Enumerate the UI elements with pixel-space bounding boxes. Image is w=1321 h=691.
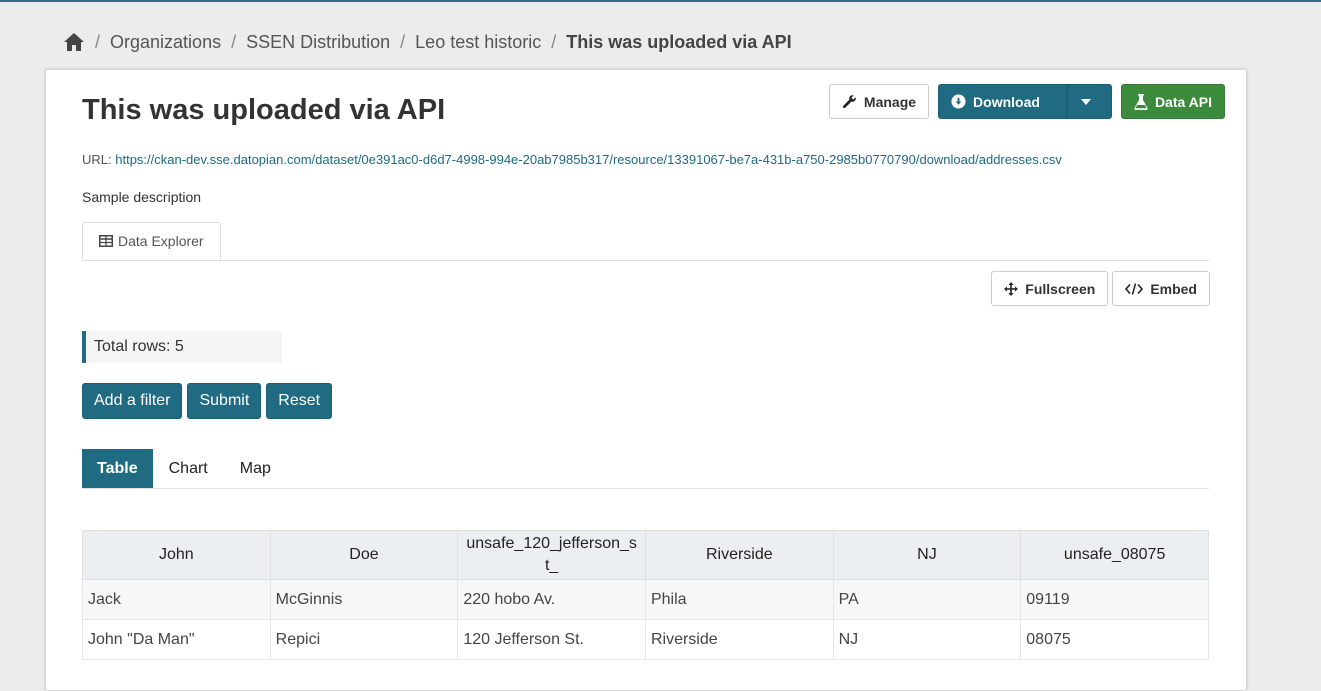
url-label: URL: bbox=[82, 152, 112, 167]
column-header[interactable]: Riverside bbox=[644, 530, 834, 580]
column-header[interactable]: unsafe_120_jefferson_st_ bbox=[457, 530, 646, 580]
table-cell: Phila bbox=[644, 579, 834, 620]
embed-label: Embed bbox=[1150, 280, 1197, 297]
breadcrumb-separator: / bbox=[95, 31, 101, 52]
add-filter-button[interactable]: Add a filter bbox=[82, 383, 183, 419]
column-header[interactable]: unsafe_08075 bbox=[1020, 530, 1209, 580]
table-cell: 09119 bbox=[1020, 579, 1209, 620]
resource-url-line: URL: https://ckan-dev.sse.datopian.com/d… bbox=[82, 152, 1062, 167]
table-cell: NJ bbox=[832, 619, 1022, 660]
download-label: Download bbox=[973, 93, 1040, 110]
wrench-icon bbox=[842, 95, 856, 109]
table-cell: McGinnis bbox=[269, 579, 459, 620]
tab-chart[interactable]: Chart bbox=[153, 449, 224, 488]
table-cell: PA bbox=[832, 579, 1022, 620]
resource-actions: Manage Download Data API bbox=[828, 84, 1225, 119]
table-cell: 120 Jefferson St. bbox=[457, 619, 646, 660]
resource-url-link[interactable]: https://ckan-dev.sse.datopian.com/datase… bbox=[115, 152, 1062, 167]
embed-button[interactable]: Embed bbox=[1112, 271, 1210, 306]
breadcrumb-dataset[interactable]: Leo test historic bbox=[415, 32, 541, 53]
download-button[interactable]: Download bbox=[938, 84, 1067, 119]
submit-button[interactable]: Submit bbox=[187, 383, 262, 419]
column-header[interactable]: NJ bbox=[832, 530, 1022, 580]
download-circle-icon bbox=[951, 94, 966, 109]
manage-label: Manage bbox=[863, 93, 917, 110]
flask-icon bbox=[1134, 93, 1148, 110]
download-button-group: Download bbox=[938, 84, 1112, 119]
reset-button[interactable]: Reset bbox=[266, 383, 333, 419]
table-cell: Jack bbox=[82, 579, 271, 620]
table-cell: John "Da Man" bbox=[82, 619, 271, 660]
home-icon[interactable] bbox=[63, 32, 85, 52]
table-cell: Riverside bbox=[644, 619, 834, 660]
table-icon bbox=[99, 235, 113, 247]
breadcrumb-separator: / bbox=[551, 31, 557, 52]
table-cell: 08075 bbox=[1020, 619, 1209, 660]
table-cell: 220 hobo Av. bbox=[457, 579, 646, 620]
fullscreen-label: Fullscreen bbox=[1025, 280, 1096, 297]
table-cell: Repici bbox=[269, 619, 459, 660]
view-tabs: Table Chart Map bbox=[82, 449, 1209, 489]
data-table: John Doe unsafe_120_jefferson_st_ Rivers… bbox=[82, 530, 1209, 660]
explorer-tools: Fullscreen Embed bbox=[991, 271, 1210, 306]
code-icon bbox=[1125, 282, 1144, 295]
column-header[interactable]: Doe bbox=[269, 530, 459, 580]
table-header-row: John Doe unsafe_120_jefferson_st_ Rivers… bbox=[82, 530, 1209, 580]
column-header[interactable]: John bbox=[82, 530, 271, 580]
total-rows: Total rows: 5 bbox=[82, 331, 282, 363]
arrows-move-icon bbox=[1004, 281, 1019, 296]
breadcrumb-current: This was uploaded via API bbox=[566, 31, 792, 52]
resource-card: This was uploaded via API Manage Downloa… bbox=[45, 69, 1247, 691]
tab-map[interactable]: Map bbox=[224, 449, 287, 488]
tab-data-explorer[interactable]: Data Explorer bbox=[82, 222, 221, 260]
tab-table[interactable]: Table bbox=[82, 449, 153, 488]
download-dropdown-toggle[interactable] bbox=[1066, 84, 1112, 119]
filter-buttons: Add a filter Submit Reset bbox=[82, 383, 333, 419]
explorer-tabbar: Data Explorer bbox=[82, 222, 1209, 261]
data-api-label: Data API bbox=[1154, 93, 1212, 110]
breadcrumb: / Organizations / SSEN Distribution / Le… bbox=[63, 30, 792, 54]
fullscreen-button[interactable]: Fullscreen bbox=[991, 271, 1109, 306]
table-row: John "Da Man" Repici 120 Jefferson St. R… bbox=[82, 619, 1209, 660]
page-title: This was uploaded via API bbox=[82, 94, 446, 126]
data-api-button[interactable]: Data API bbox=[1120, 84, 1225, 119]
resource-description: Sample description bbox=[82, 189, 202, 205]
breadcrumb-organizations[interactable]: Organizations bbox=[110, 32, 221, 53]
tab-data-explorer-label: Data Explorer bbox=[118, 233, 204, 249]
manage-button[interactable]: Manage bbox=[828, 84, 930, 119]
breadcrumb-separator: / bbox=[231, 31, 237, 52]
caret-down-icon bbox=[1080, 98, 1091, 105]
breadcrumb-ssen-distribution[interactable]: SSEN Distribution bbox=[246, 32, 390, 53]
breadcrumb-separator: / bbox=[400, 31, 406, 52]
table-row: Jack McGinnis 220 hobo Av. Phila PA 0911… bbox=[82, 579, 1209, 620]
